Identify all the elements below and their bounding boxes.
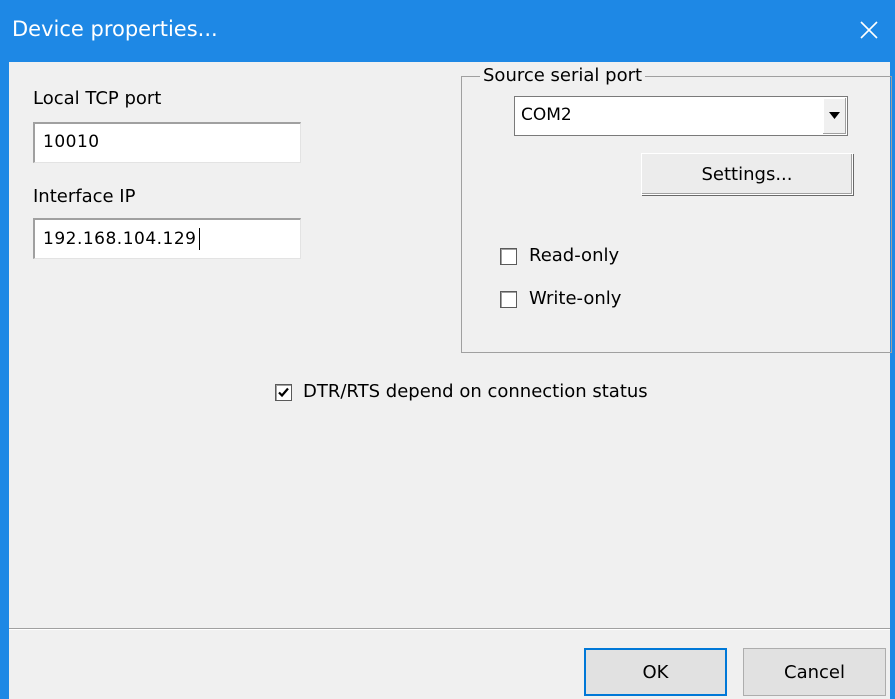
close-icon: [860, 21, 878, 39]
footer-separator: [9, 628, 890, 630]
text-caret: [198, 228, 200, 250]
dialog-client-area: Local TCP port 10010 Interface IP 192.16…: [9, 62, 892, 699]
checkmark-icon: [278, 387, 289, 398]
cancel-button[interactable]: Cancel: [743, 648, 886, 696]
interface-ip-value: 192.168.104.129: [43, 229, 197, 249]
write-only-checkbox[interactable]: [500, 291, 517, 308]
serial-port-select[interactable]: COM2: [514, 96, 848, 136]
ok-button[interactable]: OK: [584, 648, 727, 696]
close-button[interactable]: [851, 12, 887, 48]
dtr-rts-checkbox[interactable]: [275, 384, 292, 401]
dtr-rts-label: DTR/RTS depend on connection status: [303, 381, 648, 402]
source-serial-port-legend: Source serial port: [480, 65, 646, 86]
read-only-label: Read-only: [529, 245, 620, 266]
local-tcp-port-input[interactable]: 10010: [33, 122, 301, 163]
read-only-checkbox[interactable]: [500, 248, 517, 265]
interface-ip-input[interactable]: 192.168.104.129: [33, 218, 301, 259]
dropdown-button[interactable]: [822, 98, 846, 134]
window-border-left: [0, 0, 9, 699]
write-only-label: Write-only: [529, 288, 622, 309]
window-title: Device properties...: [12, 17, 218, 41]
title-bar: Device properties...: [0, 0, 895, 62]
interface-ip-label: Interface IP: [33, 186, 136, 207]
local-tcp-port-label: Local TCP port: [33, 88, 162, 109]
interface-ip-value-wrap: 192.168.104.129: [43, 228, 200, 250]
settings-button[interactable]: Settings...: [641, 153, 853, 195]
local-tcp-port-value: 10010: [43, 132, 100, 152]
serial-port-selected: COM2: [521, 105, 572, 125]
chevron-down-icon: [829, 112, 840, 119]
